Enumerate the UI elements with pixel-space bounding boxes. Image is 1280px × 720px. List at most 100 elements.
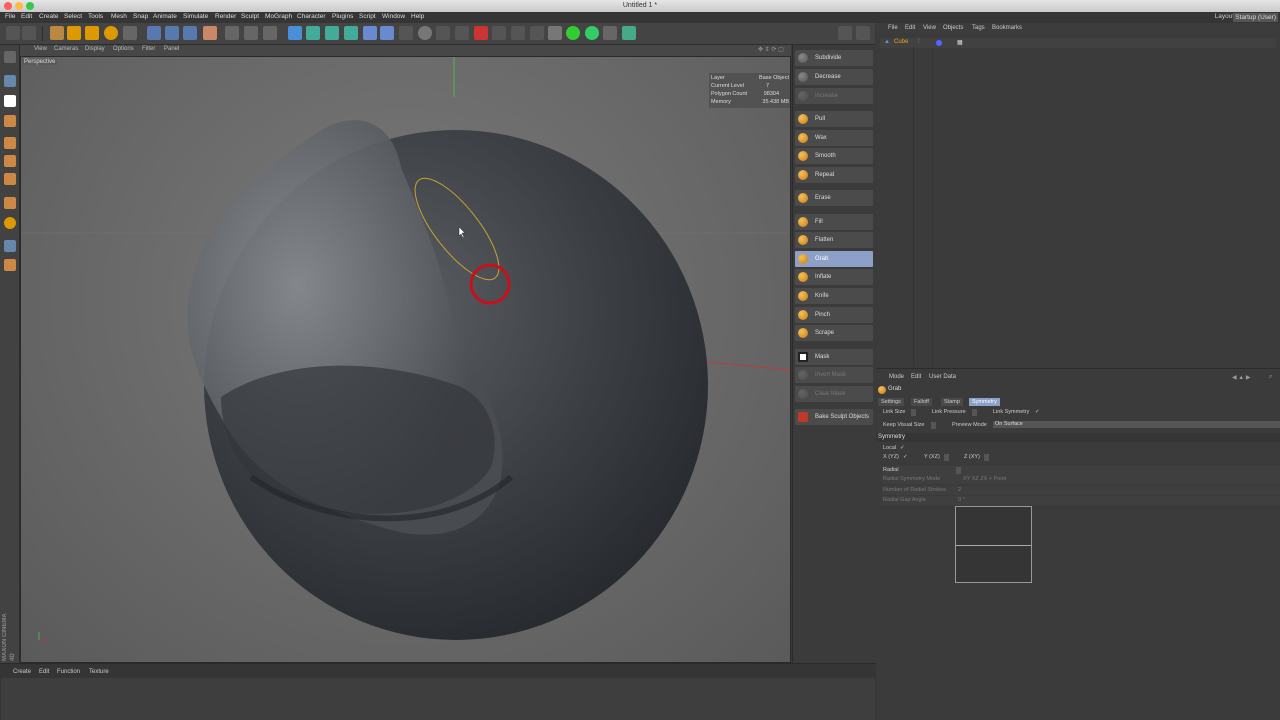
points-mode-icon[interactable]	[4, 137, 16, 149]
grab-button[interactable]: Grab	[795, 251, 873, 267]
generic-tool-icon-6[interactable]	[548, 26, 562, 40]
bake-sculpt-objects-button[interactable]: Bake Sculpt Objects	[795, 409, 873, 425]
menu-animate[interactable]: Animate	[153, 13, 177, 20]
rotate-icon[interactable]	[104, 26, 118, 40]
pull-button[interactable]: Pull	[795, 111, 873, 127]
sculpt-mesh[interactable]	[21, 57, 791, 663]
viewport-menu-cameras[interactable]: Cameras	[54, 46, 78, 52]
link-size-checkbox[interactable]	[911, 409, 916, 416]
inflate-button[interactable]: Inflate	[795, 269, 873, 285]
generic-tool-icon-5[interactable]	[530, 26, 544, 40]
am-menu-mode[interactable]: Mode	[889, 374, 904, 380]
smooth-button[interactable]: Smooth	[795, 148, 873, 164]
layout-dropdown[interactable]: Startup (User)	[1233, 13, 1278, 22]
generic-tool-icon-2[interactable]	[455, 26, 469, 40]
render-view-icon[interactable]	[225, 26, 239, 40]
menu-mograph[interactable]: MoGraph	[265, 13, 292, 20]
link-pressure-checkbox[interactable]	[972, 409, 977, 416]
am-search-icon[interactable]: ⌕	[1269, 374, 1272, 381]
z-xy-checkbox[interactable]	[984, 454, 989, 461]
viewport-menu-display[interactable]: Display	[85, 46, 105, 52]
radial-mode-options[interactable]: XY XZ ZX + Point	[963, 476, 1006, 482]
om-menu-file[interactable]: File	[888, 25, 898, 31]
layout-toggle-icon[interactable]	[838, 26, 852, 40]
subdivision-surface-icon[interactable]	[325, 26, 339, 40]
tab-symmetry[interactable]: Symmetry	[969, 398, 1000, 406]
workplane-icon[interactable]	[4, 115, 16, 127]
tab-falloff[interactable]: Falloff	[911, 398, 932, 406]
menu-snap[interactable]: Snap	[133, 13, 148, 20]
model-mode-icon[interactable]	[4, 75, 16, 87]
material-area[interactable]	[1, 678, 875, 720]
am-nav-arrows-icon[interactable]: ◀ ▲ ▶	[1232, 374, 1251, 381]
menu-edit[interactable]: Edit	[21, 13, 32, 20]
render-settings-icon[interactable]	[263, 26, 277, 40]
am-menu-user-data[interactable]: User Data	[929, 374, 956, 380]
om-menu-edit[interactable]: Edit	[905, 25, 915, 31]
menu-script[interactable]: Script	[359, 13, 376, 20]
viewport-menu-options[interactable]: Options	[113, 46, 134, 52]
bend-deformer-icon[interactable]	[363, 26, 377, 40]
checker-tag-icon[interactable]: ▦	[957, 39, 963, 46]
viewport-nav-icons[interactable]: ✥ ⇕ ⟳ ▢	[758, 46, 784, 53]
menu-select[interactable]: Select	[64, 13, 82, 20]
render-picture-viewer-icon[interactable]	[244, 26, 258, 40]
light-icon[interactable]	[418, 26, 432, 40]
menu-help[interactable]: Help	[411, 13, 424, 20]
menu-create[interactable]: Create	[39, 13, 59, 20]
sphere-green-icon[interactable]	[566, 26, 580, 40]
om-menu-view[interactable]: View	[923, 25, 936, 31]
redo-icon[interactable]	[22, 26, 36, 40]
cube-icon[interactable]	[288, 26, 302, 40]
keep-visual-size-checkbox[interactable]	[931, 422, 936, 429]
menu-character[interactable]: Character	[297, 13, 326, 20]
polygons-mode-icon[interactable]	[4, 173, 16, 185]
object-row-cube[interactable]: ▲ Cube ⁞ ▦	[880, 38, 1276, 48]
mm-menu-create[interactable]: Create	[13, 669, 31, 675]
edges-mode-icon[interactable]	[4, 155, 16, 167]
viewport-menu-filter[interactable]: Filter	[142, 46, 155, 52]
knife-button[interactable]: Knife	[795, 288, 873, 304]
menu-simulate[interactable]: Simulate	[183, 13, 208, 20]
fill-button[interactable]: Fill	[795, 214, 873, 230]
menu-window[interactable]: Window	[382, 13, 405, 20]
preview-mode-dropdown[interactable]: On Surface	[993, 421, 1280, 428]
minimize-window-button[interactable]	[15, 2, 23, 10]
symmetry-section-header[interactable]: Symmetry	[876, 433, 1280, 442]
make-editable-icon[interactable]	[4, 51, 16, 63]
mm-menu-texture[interactable]: Texture	[89, 669, 109, 675]
om-menu-objects[interactable]: Objects	[943, 25, 963, 31]
link-symmetry-checkbox[interactable]: ✓	[1035, 409, 1040, 415]
generic-tool-icon-4[interactable]	[511, 26, 525, 40]
undo-icon[interactable]	[6, 26, 20, 40]
menu-render[interactable]: Render	[215, 13, 236, 20]
invert-mask-button[interactable]: Invert Mask	[795, 367, 873, 383]
x-yz-checkbox[interactable]: ✓	[903, 454, 908, 460]
layout-toggle-icon-2[interactable]	[856, 26, 870, 40]
axis-mode-icon[interactable]	[4, 197, 16, 209]
sculpt-tag-icon[interactable]	[936, 40, 942, 46]
generic-tool-icon-7[interactable]	[603, 26, 617, 40]
coordinate-system-icon[interactable]	[203, 26, 217, 40]
snap-icon[interactable]	[4, 240, 16, 252]
om-menu-bookmarks[interactable]: Bookmarks	[992, 25, 1022, 31]
y-axis-icon[interactable]	[165, 26, 179, 40]
local-checkbox[interactable]: ✓	[900, 445, 905, 451]
tweak-mode-icon[interactable]	[4, 217, 16, 229]
scrape-button[interactable]: Scrape	[795, 325, 873, 341]
mm-menu-function[interactable]: Function	[57, 669, 80, 675]
tab-settings[interactable]: Settings	[878, 398, 904, 406]
generic-tool-icon[interactable]	[436, 26, 450, 40]
move-icon[interactable]	[67, 26, 81, 40]
recent-tools-icon[interactable]	[123, 26, 137, 40]
scale-icon[interactable]	[85, 26, 99, 40]
viewport-menu-view[interactable]: View	[34, 46, 47, 52]
decrease-button[interactable]: Decrease	[795, 69, 873, 85]
radial-strokes-field[interactable]: 2	[958, 487, 961, 493]
mask-button[interactable]: Mask	[795, 349, 873, 365]
erase-button[interactable]: Erase	[795, 190, 873, 206]
spline-pen-icon[interactable]	[306, 26, 320, 40]
menu-file[interactable]: File	[5, 13, 15, 20]
live-selection-icon[interactable]	[50, 26, 64, 40]
clear-mask-button[interactable]: Clear Mask	[795, 386, 873, 402]
